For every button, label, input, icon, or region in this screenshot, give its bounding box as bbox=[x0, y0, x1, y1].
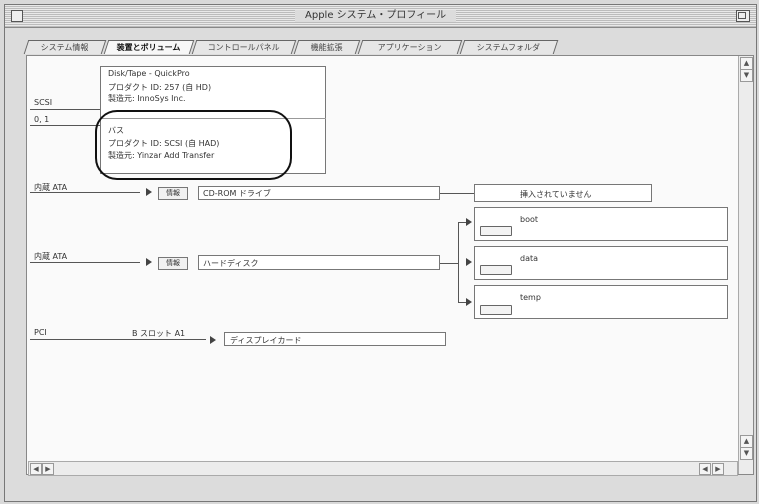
scsi-device-type: Disk/Tape - QuickPro bbox=[108, 69, 190, 78]
scsi-connector-line bbox=[30, 109, 100, 110]
volume-temp-disclosure-icon[interactable] bbox=[466, 298, 472, 306]
scroll-right-icon[interactable]: ▶ bbox=[712, 463, 724, 475]
vertical-scrollbar[interactable]: ▲ ▼ ▲ ▼ bbox=[738, 56, 753, 474]
scroll-left-end-icon[interactable]: ◀ bbox=[699, 463, 711, 475]
pci-label: PCI bbox=[34, 328, 47, 337]
volume-data-disclosure-icon[interactable] bbox=[466, 258, 472, 266]
scroll-down-top-icon[interactable]: ▼ bbox=[740, 69, 753, 82]
scsi-connector-line-2 bbox=[30, 125, 100, 126]
ata2-device-name: ハードディスク bbox=[203, 259, 259, 268]
tab-system-info[interactable]: システム情報 bbox=[23, 40, 107, 54]
tab-applications[interactable]: アプリケーション bbox=[357, 40, 463, 54]
scroll-left-icon[interactable]: ◀ bbox=[30, 463, 42, 475]
ata2-info-button[interactable]: 情報 bbox=[158, 257, 188, 270]
ata1-status-text: 挿入されていません bbox=[520, 190, 592, 199]
ata2-branch-line bbox=[440, 263, 458, 264]
tab-system-folder[interactable]: システムフォルダ bbox=[459, 40, 559, 54]
scsi-bus-id: 0, 1 bbox=[34, 115, 50, 124]
zoom-box[interactable] bbox=[736, 10, 750, 22]
tab-extensions[interactable]: 機能拡張 bbox=[293, 40, 361, 54]
tab-devices-volumes[interactable]: 装置とボリューム bbox=[103, 40, 195, 54]
pci-connector-line bbox=[30, 339, 206, 340]
scsi-bus-label: SCSI bbox=[34, 98, 53, 107]
ata1-device-name: CD-ROM ドライブ bbox=[203, 189, 271, 198]
volume-temp-name: temp bbox=[520, 293, 541, 302]
horizontal-scrollbar[interactable]: ◀ ▶ ◀ ▶ bbox=[28, 461, 738, 476]
pci-device-name: ディスプレイカード bbox=[230, 336, 302, 345]
ata1-info-button[interactable]: 情報 bbox=[158, 187, 188, 200]
ata1-status-line bbox=[440, 193, 474, 194]
volume-data-icon bbox=[480, 265, 512, 275]
close-box[interactable] bbox=[11, 10, 23, 22]
scroll-down-icon[interactable]: ▼ bbox=[740, 447, 753, 460]
tab-control-panels[interactable]: コントロールパネル bbox=[191, 40, 297, 54]
ata2-connector-line bbox=[30, 262, 140, 263]
pci-disclosure-icon[interactable] bbox=[210, 336, 216, 344]
ata2-disclosure-icon[interactable] bbox=[146, 258, 152, 266]
volume-data-name: data bbox=[520, 254, 539, 263]
volume-boot-box[interactable] bbox=[474, 207, 728, 241]
volume-boot-name: boot bbox=[520, 215, 539, 224]
scroll-right-start-icon[interactable]: ▶ bbox=[42, 463, 54, 475]
title-bar[interactable]: Apple システム・プロフィール bbox=[5, 5, 756, 28]
scsi-vendor-line: 製造元: InnoSys Inc. bbox=[108, 94, 186, 103]
ata2-branch-vertical bbox=[458, 222, 459, 302]
ata1-disclosure-icon[interactable] bbox=[146, 188, 152, 196]
volume-boot-disclosure-icon[interactable] bbox=[466, 218, 472, 226]
volume-boot-icon bbox=[480, 226, 512, 236]
volume-data-box[interactable] bbox=[474, 246, 728, 280]
vol3-branch bbox=[458, 302, 466, 303]
ata1-connector-line bbox=[30, 192, 140, 193]
vol1-branch bbox=[458, 222, 466, 223]
scsi-product-line: プロダクト ID: 257 (自 HD) bbox=[108, 83, 212, 92]
volume-temp-icon bbox=[480, 305, 512, 315]
window-title: Apple システム・プロフィール bbox=[295, 10, 457, 22]
volume-temp-box[interactable] bbox=[474, 285, 728, 319]
annotation-circle bbox=[95, 110, 292, 180]
pci-slot-label: B スロット A1 bbox=[132, 329, 186, 338]
ata2-label: 内蔵 ATA bbox=[34, 252, 68, 261]
